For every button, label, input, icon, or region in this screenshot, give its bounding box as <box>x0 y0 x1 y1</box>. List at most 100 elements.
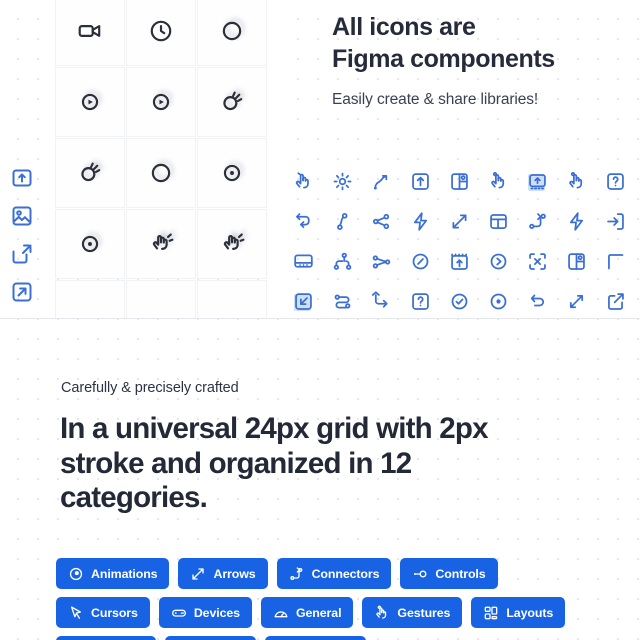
blue-icon-cell[interactable] <box>362 202 401 241</box>
mono-icon-cell[interactable] <box>55 280 125 319</box>
blue-icon-cell[interactable] <box>401 282 440 319</box>
blue-icon-cell[interactable] <box>518 242 557 281</box>
hero-subtitle: Easily create & share libraries! <box>332 91 539 108</box>
blue-icon-cell[interactable] <box>557 162 596 201</box>
branch-nodes-icon <box>332 251 353 272</box>
bottom-info-panel: Carefully & precisely crafted In a unive… <box>0 319 640 640</box>
diagonal-arrows-icon <box>449 211 470 232</box>
qr-scan-icon <box>527 251 548 272</box>
dialog-window-icon <box>293 251 314 272</box>
top-hero-panel: All icons are Figma components Easily cr… <box>0 0 640 319</box>
calendar-upload-icon <box>449 251 470 272</box>
category-badge-ux-flows[interactable]: UX Flows <box>264 636 367 640</box>
category-badge-label: Animations <box>91 566 158 581</box>
category-badge-label: Devices <box>193 605 240 620</box>
circle-icon <box>219 18 245 44</box>
blue-icon-cell[interactable] <box>323 282 362 319</box>
category-badge-animations[interactable]: Animations <box>56 558 170 589</box>
mono-icon-cell[interactable] <box>197 67 267 137</box>
blue-icon-cell[interactable] <box>284 282 323 319</box>
hand-swipe-icon <box>148 230 177 257</box>
mono-icon-cell[interactable] <box>126 67 196 137</box>
node-link-icon <box>371 251 392 272</box>
blue-icon-cell[interactable] <box>284 162 323 201</box>
bolt-icon <box>566 211 587 232</box>
blue-icon-cell[interactable] <box>557 282 596 319</box>
blue-icon-cell[interactable] <box>479 202 518 241</box>
blue-icon-cell[interactable] <box>362 162 401 201</box>
category-badge-controls[interactable]: Controls <box>400 558 498 589</box>
mono-icon-cell[interactable] <box>126 209 196 279</box>
category-badge-shapes[interactable]: Shapes <box>165 636 256 640</box>
arrow-turn-icon <box>293 211 314 232</box>
category-badge-list: Animations Arrows Connectors Controls Cursor… <box>56 558 596 640</box>
layout-split-icon <box>566 251 587 272</box>
blue-icon-cell[interactable] <box>518 282 557 319</box>
blue-icon-cell[interactable] <box>401 162 440 201</box>
video-camera-icon <box>77 18 103 44</box>
mono-icon-cell[interactable] <box>55 67 125 137</box>
connector-node-icon <box>527 211 548 232</box>
blue-icon-cell[interactable] <box>596 202 635 241</box>
external-link-icon <box>605 291 626 312</box>
category-badge-connectors[interactable]: Connectors <box>276 558 392 589</box>
blue-icon-cell[interactable] <box>440 242 479 281</box>
blue-icon-cell[interactable] <box>440 202 479 241</box>
blue-icon-cell[interactable] <box>596 282 635 319</box>
image-placeholder-icon[interactable] <box>10 204 34 228</box>
blue-icon-cell[interactable] <box>479 162 518 201</box>
blue-icon-cell[interactable] <box>518 162 557 201</box>
gesture-press-icon <box>566 171 587 192</box>
blue-icon-cell[interactable] <box>557 202 596 241</box>
blue-icon-cell[interactable] <box>323 162 362 201</box>
category-badge-cursors[interactable]: Cursors <box>56 597 150 628</box>
blue-icon-cell[interactable] <box>284 242 323 281</box>
blue-icon-cell[interactable] <box>479 282 518 319</box>
mono-icon-cell[interactable] <box>55 0 125 66</box>
blue-icon-cell[interactable] <box>284 202 323 241</box>
blue-icon-cell[interactable] <box>440 282 479 319</box>
external-frame-icon[interactable] <box>10 242 34 266</box>
mono-icon-cell[interactable] <box>197 138 267 208</box>
blue-icon-cell[interactable] <box>440 162 479 201</box>
layout-split-icon <box>449 171 470 192</box>
mono-icon-cell[interactable] <box>197 0 267 66</box>
category-badge-general[interactable]: General <box>260 597 354 628</box>
share-nodes-icon <box>371 211 392 232</box>
category-badge-numbers[interactable]: Numbers <box>56 636 157 640</box>
mono-icon-cell[interactable] <box>197 280 267 319</box>
blue-icon-cell[interactable] <box>323 242 362 281</box>
gesture-tap-icon <box>293 171 314 192</box>
category-badge-arrows[interactable]: Arrows <box>178 558 268 589</box>
cursor-icon <box>68 605 84 621</box>
blue-icon-cell[interactable] <box>362 242 401 281</box>
category-badge-gestures[interactable]: Gestures <box>362 597 463 628</box>
blue-icon-cell[interactable] <box>518 202 557 241</box>
arrow-corner-icon <box>371 291 392 312</box>
blue-icon-cell[interactable] <box>596 242 635 281</box>
mono-icon-cell[interactable] <box>55 138 125 208</box>
mono-icon-cell[interactable] <box>197 209 267 279</box>
blue-icon-cell[interactable] <box>401 202 440 241</box>
category-badge-label: Gestures <box>397 605 451 620</box>
login-arrow-icon <box>605 211 626 232</box>
circle-icon <box>148 160 174 186</box>
category-badge-layouts[interactable]: Layouts <box>471 597 566 628</box>
mono-icon-cell[interactable] <box>126 138 196 208</box>
blue-icon-cell[interactable] <box>596 162 635 201</box>
blue-icon-cell[interactable] <box>401 242 440 281</box>
devices-icon <box>171 605 187 621</box>
blue-icon-cell[interactable] <box>479 242 518 281</box>
check-circle-icon <box>449 291 470 312</box>
mono-icon-cell[interactable] <box>126 0 196 66</box>
blue-icon-cell[interactable] <box>557 242 596 281</box>
monochrome-icon-sheet <box>55 0 267 319</box>
mono-icon-cell[interactable] <box>126 280 196 319</box>
frame-upload-icon[interactable] <box>10 166 34 190</box>
arrow-expand-icon[interactable] <box>10 280 34 304</box>
blue-icon-cell[interactable] <box>323 202 362 241</box>
mono-icon-cell[interactable] <box>55 209 125 279</box>
blue-icon-cell[interactable] <box>362 282 401 319</box>
category-badge-label: General <box>295 605 342 620</box>
category-badge-devices[interactable]: Devices <box>158 597 252 628</box>
